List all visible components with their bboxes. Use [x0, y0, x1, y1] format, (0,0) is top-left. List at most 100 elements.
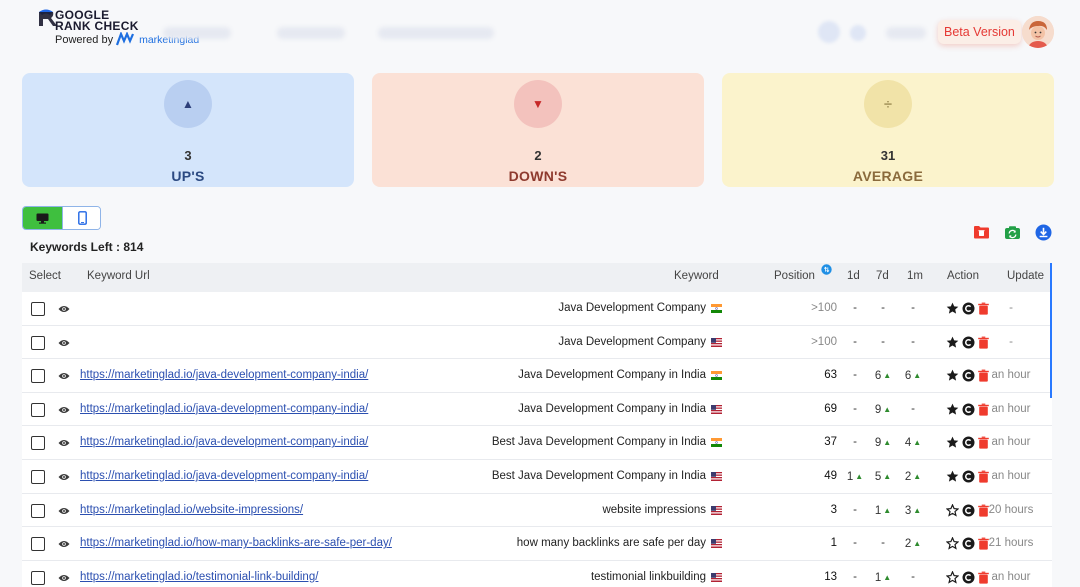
change-value: 9: [874, 437, 882, 450]
blurred-icon: [850, 25, 866, 41]
eye-icon[interactable]: [58, 573, 70, 583]
change-1d: -: [842, 494, 868, 527]
mobile-toggle-button[interactable]: [62, 207, 100, 229]
row-select-checkbox[interactable]: [31, 302, 45, 316]
beta-version-badge[interactable]: Beta Version: [938, 20, 1021, 44]
keyword-url-link[interactable]: https://marketinglad.io/how-many-backlin…: [80, 527, 392, 560]
eye-icon[interactable]: [58, 338, 70, 348]
eye-icon[interactable]: [58, 405, 70, 415]
triangle-down-icon: ▼: [514, 80, 562, 128]
rank-up-icon: ▲: [883, 438, 892, 448]
row-select-checkbox[interactable]: [31, 402, 45, 417]
change-value: -: [853, 402, 857, 415]
header-position-label: Position: [774, 270, 815, 282]
keyword-url-link[interactable]: https://marketinglad.io/java-development…: [80, 460, 368, 493]
star-filled-icon[interactable]: [946, 470, 959, 483]
position-value: 1: [830, 537, 837, 550]
keyword-text: testimonial linkbuilding: [590, 570, 706, 583]
change-7d: -: [868, 326, 898, 359]
star-filled-icon[interactable]: [946, 403, 959, 416]
change-7d: -: [868, 527, 898, 560]
change-value: -: [881, 335, 885, 348]
header-1m: 1m: [907, 270, 923, 282]
last-update: -: [1009, 335, 1013, 348]
change-1m: 2 ▲: [898, 527, 928, 561]
change-value: 4: [904, 437, 912, 450]
rankings-table: Select Keyword Url Keyword Position 1d 7…: [22, 263, 1052, 587]
us-flag-icon: [711, 505, 722, 515]
us-flag-icon: [711, 472, 722, 481]
folder-delete-icon: [973, 226, 989, 239]
row-select-checkbox[interactable]: [31, 470, 45, 484]
top-header: GOOGLE RANK CHECK Powered by marketinglad…: [0, 0, 1080, 62]
download-button[interactable]: [1034, 223, 1052, 241]
last-update: -: [1009, 302, 1013, 314]
eye-icon[interactable]: [58, 472, 70, 482]
star-outline-icon[interactable]: [946, 537, 959, 550]
ups-card: ▲ 3 UP'S: [22, 73, 354, 187]
position-value: 13: [824, 570, 837, 583]
avatar[interactable]: [1022, 16, 1054, 48]
change-1d: -: [842, 561, 868, 587]
row-select-checkbox[interactable]: [31, 335, 45, 350]
keyword-url-link[interactable]: https://marketinglad.io/java-development…: [80, 359, 368, 392]
table-row: Java Development Company >100 - - - -: [22, 325, 1052, 360]
row-select-checkbox[interactable]: [31, 537, 45, 552]
change-value: -: [911, 335, 915, 348]
row-select-checkbox[interactable]: [31, 570, 45, 585]
keyword-url-link[interactable]: https://marketinglad.io/java-development…: [80, 426, 368, 459]
rank-up-icon: ▲: [883, 505, 892, 515]
avatar-icon: [1022, 16, 1054, 48]
rank-up-icon: ▲: [883, 371, 892, 381]
logo-mark-icon: [39, 9, 56, 26]
row-select-checkbox[interactable]: [31, 503, 45, 518]
change-value: -: [881, 537, 885, 550]
refresh-button[interactable]: [1003, 223, 1021, 241]
position-value: >100: [811, 302, 837, 314]
rank-up-icon: ▲: [913, 371, 922, 381]
blurred-nav-item: [378, 27, 494, 39]
star-filled-icon[interactable]: [946, 336, 959, 349]
star-filled-icon[interactable]: [946, 436, 959, 449]
eye-icon[interactable]: [58, 371, 70, 381]
blurred-icon: [818, 21, 840, 43]
change-1m: 3 ▲: [898, 494, 928, 528]
refresh-image-icon: [1004, 225, 1020, 239]
mobile-icon: [77, 211, 87, 225]
header-7d: 7d: [876, 270, 889, 282]
desktop-toggle-button[interactable]: [23, 207, 62, 229]
change-value: 6: [904, 370, 912, 383]
row-select-checkbox[interactable]: [31, 436, 45, 451]
eye-icon[interactable]: [58, 506, 70, 516]
keywords-left-count: Keywords Left : 814: [30, 240, 144, 254]
change-7d: 6 ▲: [868, 359, 898, 393]
star-filled-icon[interactable]: [946, 369, 959, 382]
change-value: -: [911, 570, 915, 583]
last-update: an hour: [991, 402, 1031, 415]
triangle-up-icon: ▲: [164, 80, 212, 128]
keyword-url-link[interactable]: https://marketinglad.io/website-impressi…: [80, 494, 303, 527]
rank-up-icon: ▲: [855, 472, 864, 481]
rank-up-icon: ▲: [913, 505, 922, 515]
keyword-url-link[interactable]: https://marketinglad.io/testimonial-link…: [80, 561, 318, 587]
scrollbar[interactable]: [1050, 263, 1052, 398]
change-value: 6: [874, 370, 882, 383]
table-header: Select Keyword Url Keyword Position 1d 7…: [22, 263, 1052, 292]
eye-icon[interactable]: [58, 438, 70, 448]
row-select-checkbox[interactable]: [31, 369, 45, 384]
change-value: 5: [874, 471, 882, 483]
eye-icon[interactable]: [58, 304, 70, 314]
india-flag-icon: [711, 371, 722, 381]
delete-folder-button[interactable]: [972, 223, 990, 241]
position-value: 63: [824, 369, 837, 382]
eye-icon[interactable]: [58, 539, 70, 549]
marketinglad-mark-icon: [116, 32, 135, 46]
star-outline-icon[interactable]: [946, 503, 959, 517]
change-value: -: [911, 302, 915, 314]
sort-icon[interactable]: [821, 264, 832, 275]
star-outline-icon[interactable]: [946, 570, 959, 584]
star-filled-icon[interactable]: [946, 302, 959, 315]
keyword-url-link[interactable]: https://marketinglad.io/java-development…: [80, 393, 368, 426]
last-update: an hour: [991, 470, 1031, 482]
header-position[interactable]: Position: [774, 263, 832, 289]
